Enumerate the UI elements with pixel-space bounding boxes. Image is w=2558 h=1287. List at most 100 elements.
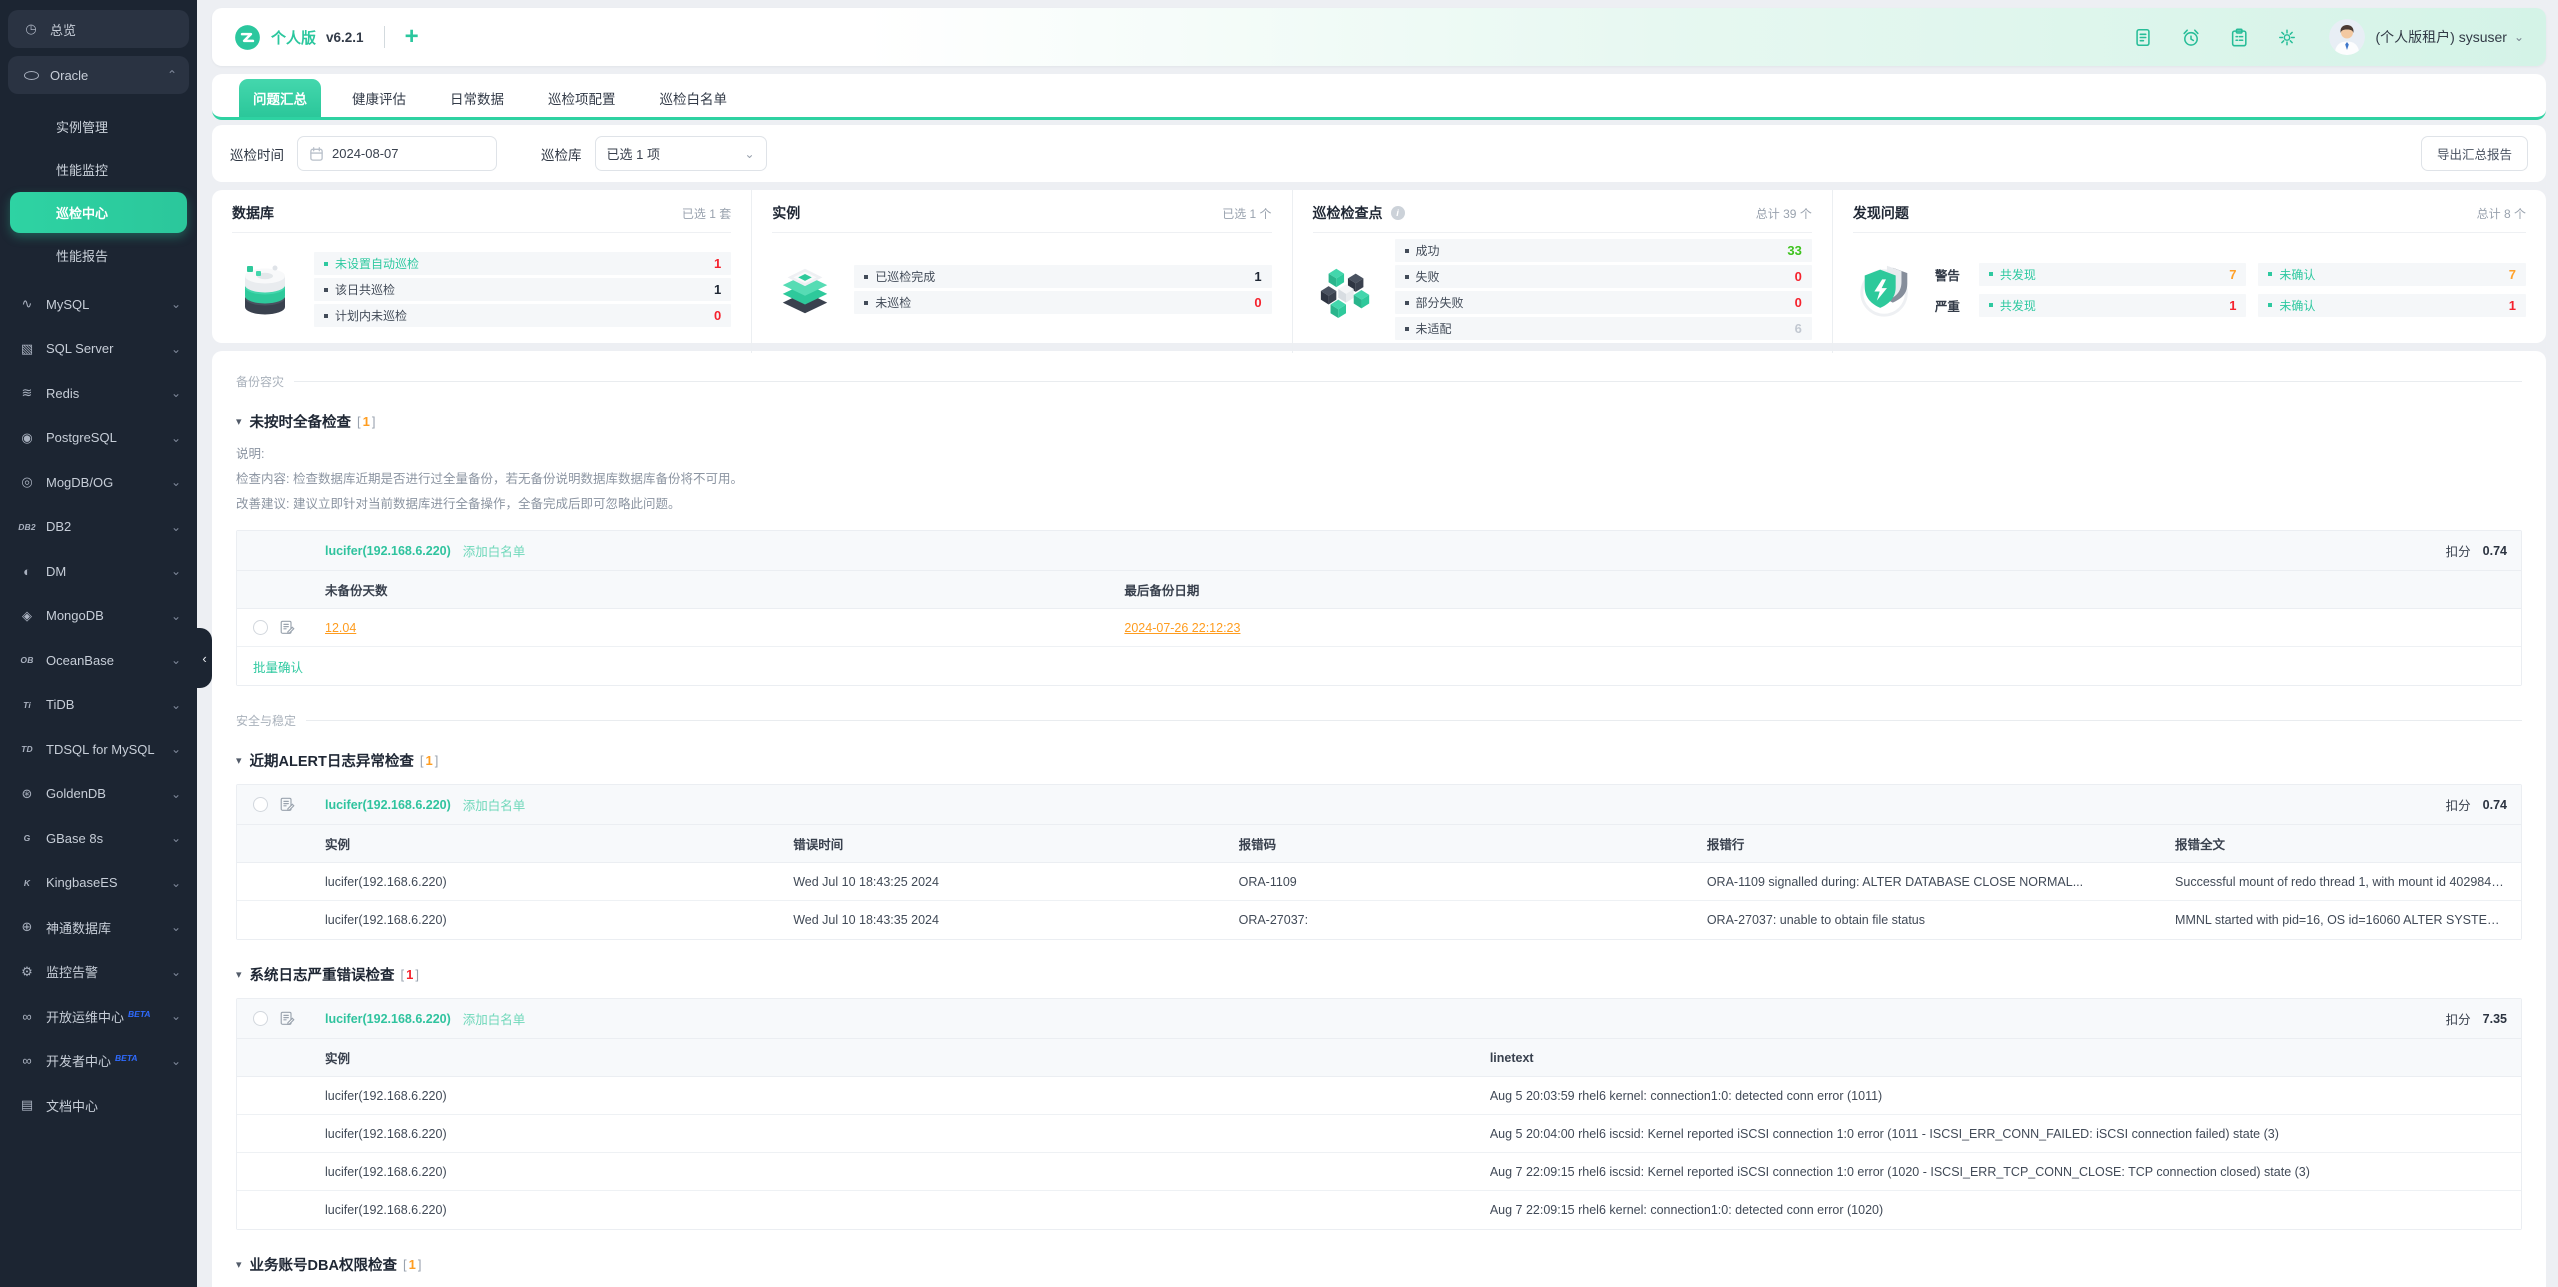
link-critical-unconfirmed[interactable]: 未确认 [2268,297,2315,314]
report-icon[interactable] [2133,27,2153,48]
check-full-backup-title[interactable]: ▾ 未按时全备检查 [1] [236,411,2522,432]
date-value: 2024-08-07 [332,146,399,161]
inspection-db-select[interactable]: 已选 1 项 ⌄ [595,136,767,171]
card-meta: 已选 1 个 [1222,205,1271,222]
table-header-row: 实例 错误时间 报错码 报错行 报错全文 [237,825,2521,863]
tab-issue-summary[interactable]: 问题汇总 [239,79,321,117]
inspection-date-input[interactable]: 2024-08-07 [297,136,497,171]
sidebar-item-dm[interactable]: ◐DM⌄ [8,549,189,594]
issue-level-label: 警告 [1935,265,1967,284]
table-header-row: 实例 linetext [237,1039,2521,1077]
sidebar-item-goldendb[interactable]: ⊛GoldenDB⌄ [8,772,189,817]
sidebar-item-developer-center[interactable]: ∞开发者中心BETA⌄ [8,1039,189,1084]
sidebar-item-kingbase[interactable]: KKingbaseES⌄ [8,861,189,906]
stat-row: 共发现1 [1979,294,2247,317]
chevron-down-icon: ⌄ [171,742,181,756]
chevron-down-icon: ⌄ [171,431,181,445]
mogdb-icon: ◎ [16,474,38,490]
app-logo-icon [234,24,261,51]
user-menu[interactable]: (个人版租户) sysuser [2375,27,2506,47]
sidebar-item-mysql[interactable]: ∿MySQL⌄ [8,282,189,327]
sidebar-item-db2[interactable]: DB2DB2⌄ [8,505,189,550]
group-checkbox[interactable] [253,797,268,812]
sidebar-item-open-ops-center[interactable]: ∞开放运维中心BETA⌄ [8,994,189,1039]
avatar[interactable] [2329,19,2365,55]
sidebar-item-oceanbase[interactable]: OBOceanBase⌄ [8,638,189,683]
last-backup-link[interactable]: 2024-07-26 22:12:23 [1124,621,1240,635]
instance-illustration-icon [772,261,838,319]
add-tab-button[interactable]: + [405,25,419,49]
edition-label: 个人版 [271,27,316,48]
sidebar-item-postgresql[interactable]: ◉PostgreSQL⌄ [8,416,189,461]
check-alert-log-title[interactable]: ▾ 近期ALERT日志异常检查 [1] [236,750,2522,771]
link-no-auto-inspection[interactable]: 未设置自动巡检 [324,255,419,272]
tasks-clipboard-icon[interactable] [2229,27,2249,48]
note-edit-icon[interactable] [279,619,295,636]
sidebar-item-inspection-center[interactable]: 巡检中心 [10,192,187,233]
sidebar-item-performance-report[interactable]: 性能报告 [10,235,187,276]
sidebar-item-overview[interactable]: ◷ 总览 [8,10,189,48]
section-divider-security: 安全与稳定 [236,712,2522,729]
sidebar-item-shentong[interactable]: ⊕神通数据库⌄ [8,905,189,950]
sidebar-item-redis[interactable]: ≋Redis⌄ [8,371,189,416]
card-title: 发现问题 [1853,203,1909,223]
database-link[interactable]: lucifer(192.168.6.220) [325,1012,451,1026]
tab-inspection-whitelist[interactable]: 巡检白名单 [647,79,741,117]
group-checkbox[interactable] [253,1011,268,1026]
note-edit-icon[interactable] [279,1010,295,1027]
info-icon[interactable]: i [1391,206,1405,220]
stat-row: 共发现7 [1979,263,2247,286]
sidebar-item-tidb[interactable]: TiTiDB⌄ [8,683,189,728]
chevron-down-icon: ⌄ [171,1009,181,1023]
table-header-row: 未备份天数 最后备份日期 [237,571,2521,609]
add-whitelist-link[interactable]: 添加白名单 [463,1009,526,1028]
row-checkbox[interactable] [253,620,268,635]
shentong-icon: ⊕ [16,919,38,935]
tab-inspection-config[interactable]: 巡检项配置 [535,79,629,117]
check-syslog-title[interactable]: ▾ 系统日志严重错误检查 [1] [236,964,2522,985]
score-value: 0.74 [2483,544,2507,558]
tab-daily-data[interactable]: 日常数据 [437,79,517,117]
sidebar-item-tdsql[interactable]: TDTDSQL for MySQL⌄ [8,727,189,772]
sidebar-item-sqlserver[interactable]: ▧SQL Server⌄ [8,327,189,372]
alarm-icon[interactable] [2181,27,2201,48]
chevron-down-icon: ⌄ [171,653,181,667]
sidebar-collapse-handle[interactable]: ‹ [197,628,212,688]
score-label: 扣分 [2446,1009,2471,1028]
database-link[interactable]: lucifer(192.168.6.220) [325,798,451,812]
table-row: 12.04 2024-07-26 22:12:23 [237,609,2521,647]
export-report-button[interactable]: 导出汇总报告 [2421,136,2528,171]
table-row: lucifer(192.168.6.220) Aug 7 22:09:15 rh… [237,1191,2521,1229]
link-warning-unconfirmed[interactable]: 未确认 [2268,266,2315,283]
sidebar-item-gbase[interactable]: GGBase 8s⌄ [8,816,189,861]
sidebar-item-instance-management[interactable]: 实例管理 [10,106,187,147]
sidebar-item-monitor-alert[interactable]: ⚙监控告警⌄ [8,950,189,995]
oracle-icon [20,71,42,80]
link-critical-found[interactable]: 共发现 [1989,297,2036,314]
check-dba-privilege-title[interactable]: ▾ 业务账号DBA权限检查 [1] [236,1254,2522,1275]
gbase-icon: G [16,833,38,843]
sidebar-item-performance-monitor[interactable]: 性能监控 [10,149,187,190]
stat-row: 成功33 [1395,239,1812,262]
tab-health-assessment[interactable]: 健康评估 [339,79,419,117]
chevron-down-icon: ⌄ [171,787,181,801]
add-whitelist-link[interactable]: 添加白名单 [463,795,526,814]
link-warning-found[interactable]: 共发现 [1989,266,2036,283]
sidebar-item-mongodb[interactable]: ◈MongoDB⌄ [8,594,189,639]
batch-confirm-link[interactable]: 批量确认 [237,647,2521,685]
score-value: 7.35 [2483,1012,2507,1026]
note-edit-icon[interactable] [279,796,295,813]
chevron-down-icon[interactable]: ⌄ [2514,30,2524,44]
kingbase-icon: K [16,878,38,888]
database-illustration-icon [232,260,298,320]
sidebar-item-mogdb[interactable]: ◎MogDB/OG⌄ [8,460,189,505]
database-link[interactable]: lucifer(192.168.6.220) [325,544,451,558]
redis-icon: ≋ [16,385,38,401]
sidebar-item-doc-center[interactable]: ▤文档中心 [8,1083,189,1128]
days-link[interactable]: 12.04 [325,621,356,635]
sidebar-item-label: Oracle [50,68,163,83]
sidebar-item-oracle[interactable]: Oracle ⌃ [8,56,189,94]
document-icon: ▤ [16,1097,38,1113]
add-whitelist-link[interactable]: 添加白名单 [463,541,526,560]
settings-gear-icon[interactable] [2277,27,2297,48]
